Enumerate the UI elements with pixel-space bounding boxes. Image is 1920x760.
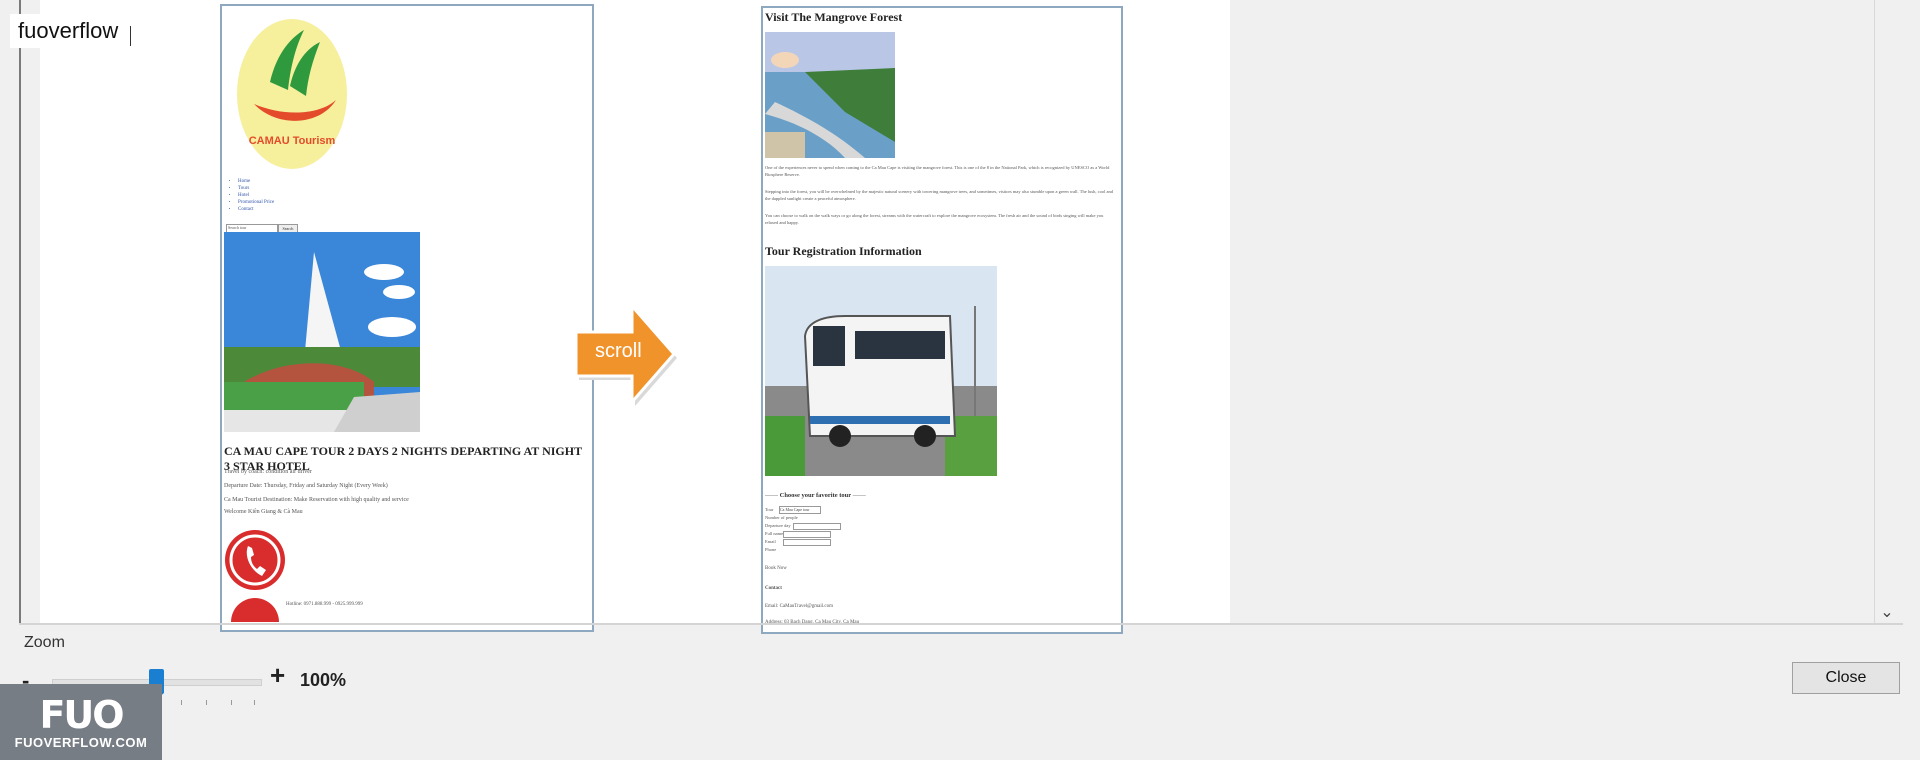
book-now-label[interactable]: Book Now [765, 564, 787, 573]
scroll-label: scroll [595, 340, 642, 362]
info-line: Departure Date: Thursday, Friday and Sat… [224, 483, 388, 489]
viewport-bottom-border [19, 623, 1903, 625]
monument-photo [224, 232, 420, 432]
viewport-left-border [19, 0, 21, 624]
form-label: Tour [765, 507, 774, 512]
form-label: Full name [765, 531, 784, 536]
paragraph: You can choose to walk on the walk ways … [765, 213, 1104, 225]
left-page-preview: CAMAU Tourism Home Tours Hotel Promotion… [220, 4, 594, 632]
viewport-right-border [1874, 0, 1875, 624]
zoom-value: 100% [300, 670, 347, 690]
email-input[interactable] [783, 539, 831, 546]
paragraph: Stepping into the forest, you will be ov… [765, 189, 1113, 201]
watermark-text: FUOVERFLOW.COM [14, 734, 148, 750]
text-caret [130, 26, 131, 46]
nav-item[interactable]: Contact [238, 206, 274, 213]
title-text-field[interactable]: fuoverflow [10, 14, 135, 48]
heading-registration: Tour Registration Information [765, 244, 922, 258]
fuoverflow-watermark: FUO FUOVERFLOW.COM [0, 684, 162, 760]
title-text-value: fuoverflow [18, 18, 119, 43]
paragraph: One of the experiences never to spend wh… [765, 165, 1110, 177]
info-line: Ca Mau Tourist Destination: Make Reserva… [224, 497, 409, 503]
nav-list: Home Tours Hotel Promotional Price Conta… [226, 178, 274, 213]
form-label: Email [765, 539, 776, 544]
close-button[interactable]: Close [1792, 662, 1900, 694]
slider-tick [206, 700, 207, 705]
chevron-down-icon[interactable]: ⌄ [1876, 600, 1898, 624]
mangrove-photo [765, 32, 895, 158]
slider-tick [231, 700, 232, 705]
info-line: Travel by coach: condition air driver [224, 469, 312, 475]
tour-select[interactable]: Ca Mau Cape tour [779, 506, 821, 514]
tour-bus-photo [765, 266, 997, 476]
form-heading: —— Choose your favorite tour —— [765, 492, 866, 499]
zoom-label: Zoom [24, 634, 65, 651]
preview-canvas: CAMAU Tourism Home Tours Hotel Promotion… [40, 0, 1230, 634]
form-label: Phone [765, 547, 777, 552]
form-label: Number of people [765, 515, 798, 520]
nav-item[interactable]: Home [238, 178, 274, 185]
right-page-preview: Visit The Mangrove Forest One of the exp… [761, 6, 1123, 634]
svg-text:CAMAU Tourism: CAMAU Tourism [249, 135, 336, 147]
search-placeholder: Search tour [228, 225, 247, 230]
info-line: Welcome Kiên Giang & Cà Mau [224, 509, 303, 515]
camau-tourism-logo: CAMAU Tourism [237, 19, 347, 169]
hotline-text: Hotline: 0971.888.999 - 0925.999.999 [286, 602, 363, 607]
slider-tick [181, 700, 182, 705]
slider-tick [254, 700, 255, 705]
form-heading-text: Choose your favorite tour [779, 492, 852, 499]
contact-email: Email: CaMauTravel@gmail.com [765, 604, 834, 609]
zoom-in-button[interactable]: + [270, 660, 285, 691]
form-label: Departure day [765, 523, 791, 528]
heading-mangrove: Visit The Mangrove Forest [765, 10, 903, 24]
nav-item[interactable]: Tours [238, 185, 274, 192]
fullname-input[interactable] [783, 531, 831, 538]
departure-input[interactable] [793, 523, 841, 530]
nav-item[interactable]: Hotel [238, 192, 274, 199]
watermark-logo: FUO [39, 692, 124, 737]
nav-item[interactable]: Promotional Price [238, 199, 274, 206]
preview-viewport[interactable]: CAMAU Tourism Home Tours Hotel Promotion… [0, 0, 1920, 634]
phone-call-icon [225, 530, 285, 622]
contact-heading: Contact [765, 586, 782, 591]
